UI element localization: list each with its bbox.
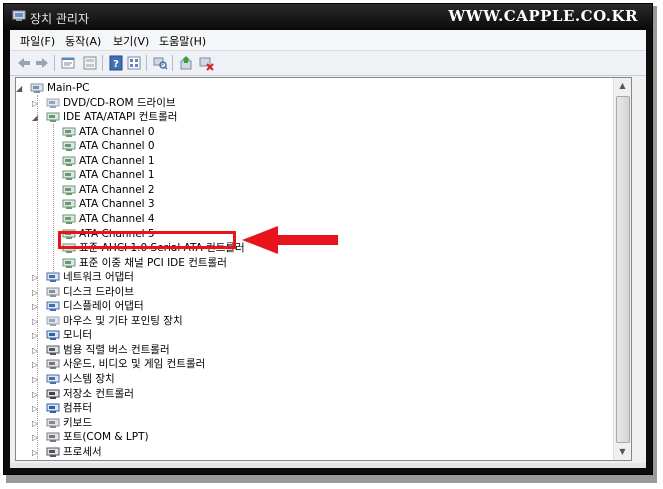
- expand-arrow-icon[interactable]: ▷: [32, 273, 40, 282]
- computer-icon: [46, 402, 60, 414]
- ata-channel-icon: [62, 184, 76, 196]
- ata-channel-icon: [62, 140, 76, 152]
- menu-action[interactable]: 동작(A): [65, 33, 101, 49]
- ata-channel-icon: [62, 155, 76, 167]
- tree-item-label: 모니터: [63, 329, 92, 342]
- window-title: 장치 관리자: [30, 12, 90, 26]
- tree-item-label: ATA Channel 0: [79, 140, 155, 153]
- scroll-down-arrow-icon[interactable]: ▼: [615, 444, 630, 459]
- monitor-icon: [46, 329, 60, 341]
- ata-channel-icon: [62, 198, 76, 210]
- tree-item-label: 프로세서: [63, 445, 102, 458]
- toolbar-separator: [54, 55, 55, 71]
- port-icon: [46, 431, 60, 443]
- show-hide-icon[interactable]: [82, 55, 98, 71]
- ata-channel-icon: [62, 213, 76, 225]
- uninstall-icon[interactable]: [198, 55, 214, 71]
- expand-arrow-icon[interactable]: ▷: [32, 99, 40, 108]
- expand-arrow-icon[interactable]: ▷: [32, 390, 40, 399]
- device-manager-icon: [12, 10, 26, 21]
- tree-item-label: ATA Channel 1: [79, 169, 155, 182]
- expand-arrow-icon[interactable]: ▷: [32, 419, 40, 428]
- tree-item-label: 디스크 드라이브: [63, 285, 134, 298]
- tree-item-label: 범용 직렬 버스 컨트롤러: [63, 343, 170, 356]
- menu-file[interactable]: 파일(F): [20, 33, 55, 49]
- system-device-icon: [46, 373, 60, 385]
- expand-arrow-icon[interactable]: ▷: [32, 448, 40, 457]
- view-icon[interactable]: [126, 55, 142, 71]
- tree-item-label: 키보드: [63, 416, 92, 429]
- tree-item-label: 네트워크 어댑터: [63, 271, 134, 284]
- expand-arrow-icon[interactable]: ▷: [32, 288, 40, 297]
- toolbar: ?: [10, 51, 646, 76]
- tree-item-label: 마우스 및 기타 포인팅 장치: [63, 314, 183, 327]
- status-bar: [10, 463, 646, 468]
- tree-guide-line: [53, 124, 54, 274]
- watermark-text: WWW.CAPPLE.CO.KR: [448, 7, 638, 25]
- device-tree[interactable]: ◢ Main-PC ▷ DVD/CD-ROM 드라이브 ◢ IDE ATA/ATAPI 컨…: [15, 77, 632, 461]
- ide-controller-icon: [46, 111, 60, 123]
- expand-arrow-icon[interactable]: ▷: [32, 375, 40, 384]
- tree-item-label: ATA Channel 2: [79, 183, 155, 196]
- tree-item-label: ATA Channel 0: [79, 125, 155, 138]
- sound-icon: [46, 358, 60, 370]
- expand-arrow-icon[interactable]: ▷: [32, 433, 40, 442]
- toolbar-separator: [172, 55, 173, 71]
- expand-arrow-icon[interactable]: ▷: [32, 331, 40, 340]
- tree-item-label: DVD/CD-ROM 드라이브: [63, 96, 176, 109]
- computer-root-icon: [30, 82, 44, 94]
- tree-item-label: Main-PC: [47, 82, 90, 94]
- collapse-arrow-icon[interactable]: ◢: [16, 84, 24, 93]
- tree-item-label: ATA Channel 4: [79, 212, 155, 225]
- tree-item-label: 사운드, 비디오 및 게임 컨트롤러: [63, 358, 206, 371]
- collapse-arrow-icon[interactable]: ◢: [32, 113, 40, 122]
- processor-icon: [46, 446, 60, 458]
- vertical-scrollbar[interactable]: ▲ ▼: [613, 78, 631, 460]
- forward-icon[interactable]: [34, 55, 50, 71]
- toolbar-separator: [146, 55, 147, 71]
- tree-item-label: ATA Channel 3: [79, 198, 155, 211]
- display-adapter-icon: [46, 300, 60, 312]
- disk-drive-icon: [46, 286, 60, 298]
- red-arrow-annotation: [242, 226, 338, 254]
- help-icon[interactable]: ?: [108, 55, 124, 71]
- back-icon[interactable]: [16, 55, 32, 71]
- scrollbar-thumb[interactable]: [616, 96, 630, 443]
- expand-arrow-icon[interactable]: ▷: [32, 360, 40, 369]
- tree-item-label: 시스템 장치: [63, 373, 115, 385]
- properties-icon[interactable]: [60, 55, 76, 71]
- title-bar[interactable]: 장치 관리자 WWW.CAPPLE.CO.KR: [4, 4, 652, 30]
- tree-item-label: IDE ATA/ATAPI 컨트롤러: [63, 111, 178, 124]
- toolbar-separator: [102, 55, 103, 71]
- highlight-box: [58, 231, 236, 249]
- ide-controller-icon: [62, 257, 76, 269]
- tree-item-label: ATA Channel 1: [79, 154, 155, 167]
- menu-bar: 파일(F) 동작(A) 보기(V) 도움말(H): [10, 30, 646, 51]
- expand-arrow-icon[interactable]: ▷: [32, 346, 40, 355]
- menu-view[interactable]: 보기(V): [113, 33, 149, 49]
- scan-hardware-icon[interactable]: [152, 55, 168, 71]
- svg-text:?: ?: [113, 59, 119, 70]
- mouse-icon: [46, 315, 60, 327]
- menu-help[interactable]: 도움말(H): [159, 33, 206, 49]
- dvd-drive-icon: [46, 97, 60, 109]
- tree-item-label: 저장소 컨트롤러: [63, 387, 134, 400]
- tree-item-label: 컴퓨터: [63, 402, 92, 415]
- usb-icon: [46, 344, 60, 356]
- ata-channel-icon: [62, 126, 76, 138]
- scroll-up-arrow-icon[interactable]: ▲: [615, 78, 630, 93]
- ata-channel-icon: [62, 169, 76, 181]
- keyboard-icon: [46, 417, 60, 429]
- tree-item-label: 포트(COM & LPT): [63, 431, 149, 444]
- tree-item-label: 표준 이중 채널 PCI IDE 컨트롤러: [79, 256, 227, 269]
- update-driver-icon[interactable]: [178, 55, 194, 71]
- expand-arrow-icon[interactable]: ▷: [32, 302, 40, 311]
- expand-arrow-icon[interactable]: ▷: [32, 404, 40, 413]
- expand-arrow-icon[interactable]: ▷: [32, 317, 40, 326]
- tree-guide-line: [37, 95, 38, 460]
- storage-controller-icon: [46, 388, 60, 400]
- tree-item-label: 디스플레이 어댑터: [63, 300, 144, 313]
